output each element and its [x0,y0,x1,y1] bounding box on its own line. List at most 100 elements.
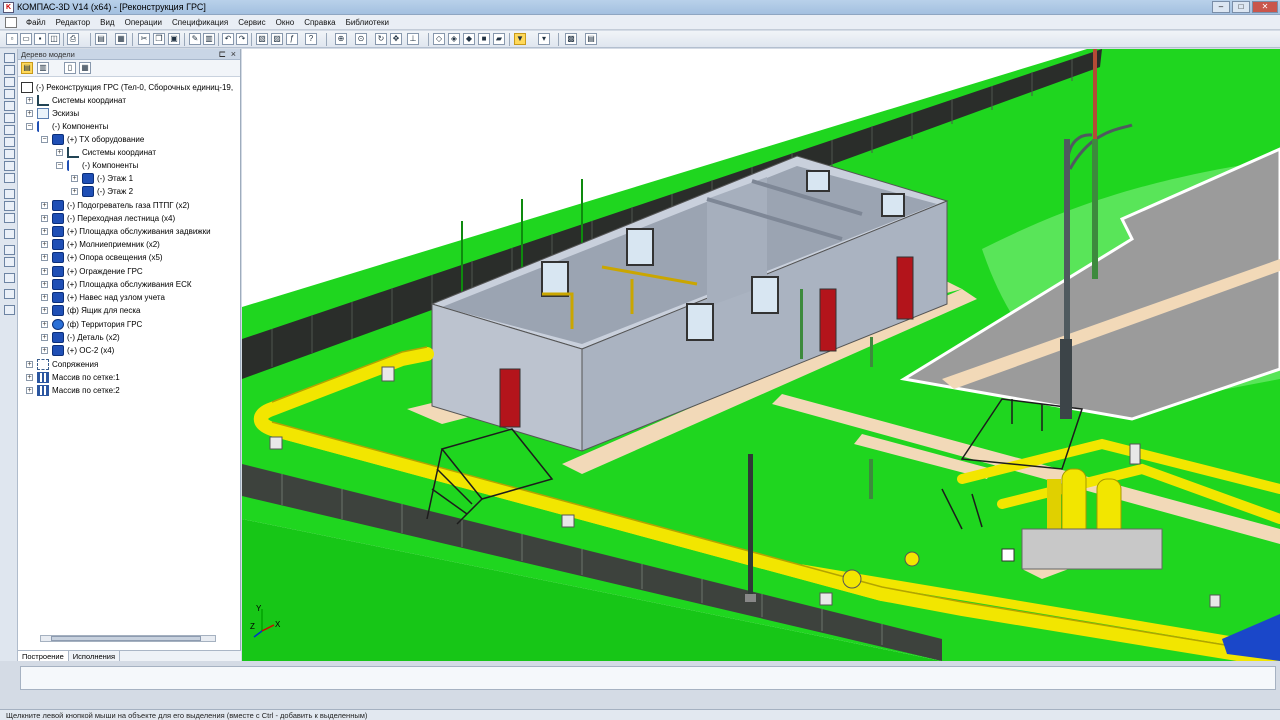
tool-surfaces-icon[interactable] [4,89,15,99]
minimize-button[interactable]: – [1212,1,1230,13]
menu-libraries[interactable]: Библиотеки [341,18,394,27]
format-painter-icon[interactable]: ✎ [189,33,201,45]
expand-icon[interactable]: + [41,334,48,341]
tree-item-root[interactable]: (-) Реконструкция ГРС (Тел-0, Сборочных … [21,81,233,94]
tool-aux-icon[interactable] [4,101,15,111]
tree-item-sketches[interactable]: + Эскизы [26,107,79,120]
properties-icon[interactable]: ▦ [115,33,127,45]
zoom-window-icon[interactable]: ⊕ [335,33,347,45]
tree-item-sand-box[interactable]: + (ф) Ящик для песка [41,304,140,317]
tree-item-coords-sub[interactable]: + Системы координат [56,146,156,159]
expand-icon[interactable]: + [41,281,48,288]
expand-icon[interactable]: + [41,228,48,235]
library-icon[interactable]: ▨ [271,33,283,45]
variables-icon[interactable]: ƒ [286,33,298,45]
tool-measure-icon[interactable] [4,113,15,123]
pan-icon[interactable]: ✥ [390,33,402,45]
rotate-icon[interactable]: ↻ [375,33,387,45]
tool-elements-icon[interactable] [4,173,15,183]
tree-structure-icon[interactable]: ▤ [21,62,33,74]
thin-hidden-icon[interactable]: ◆ [463,33,475,45]
tree-item-mates[interactable]: + Сопряжения [26,358,98,371]
tree-item-ladder[interactable]: + (-) Переходная лестница (x4) [41,212,175,225]
tool-reports-icon[interactable] [4,161,15,171]
expand-icon[interactable]: + [41,268,48,275]
menu-view[interactable]: Вид [95,18,119,27]
pin-icon[interactable]: ⊏ [218,49,226,60]
menu-operations[interactable]: Операции [120,18,167,27]
undo-icon[interactable]: ↶ [222,33,234,45]
tool-dims-icon[interactable] [4,201,15,211]
tree-item-territory[interactable]: + (ф) Территория ГРС [41,318,142,331]
tree-item-coords[interactable]: + Системы координат [26,94,126,107]
tree-item-canopy[interactable]: + (+) Навес над узлом учета [41,291,165,304]
expand-icon[interactable]: + [71,175,78,182]
tree-item-floor-1[interactable]: + (-) Этаж 1 [71,172,133,185]
wireframe-icon[interactable]: ◇ [433,33,445,45]
tree-view-icon[interactable]: ▧ [256,33,268,45]
tab-build[interactable]: Построение [18,651,69,661]
perspective-icon[interactable]: ▰ [493,33,505,45]
model-viewport[interactable]: Y X Z [242,49,1280,661]
tool-filter-icon[interactable] [4,125,15,135]
tool-pipeline-icon[interactable] [4,273,15,283]
open-file-icon[interactable]: ▭ [20,33,32,45]
expand-icon[interactable]: + [41,254,48,261]
tree-item-heater[interactable]: + (-) Подогреватель газа ПТПГ (x2) [41,199,190,212]
tree-item-lightning-rod[interactable]: + (+) Молниеприемник (x2) [41,238,160,251]
expand-icon[interactable]: + [41,307,48,314]
tab-versions[interactable]: Исполнения [69,651,121,661]
tree-item-array-1[interactable]: + Массив по сетке:1 [26,371,120,384]
tree-item-light-pole[interactable]: + (+) Опора освещения (x5) [41,251,163,264]
expand-icon[interactable]: + [26,374,33,381]
panel-close-icon[interactable]: × [231,49,236,59]
expand-icon[interactable]: + [41,241,48,248]
tool-sheet-icon[interactable] [4,257,15,267]
tree-sort-icon[interactable]: ▥ [37,62,49,74]
tree-item-fence[interactable]: + (+) Ограждение ГРС [41,265,143,278]
tree-horizontal-scrollbar[interactable] [40,635,216,642]
tree-item-tx-equipment[interactable]: − (+) ТХ оборудование [41,133,144,146]
menu-service[interactable]: Сервис [233,18,270,27]
copy-icon[interactable]: ❐ [153,33,165,45]
tool-library-icon[interactable] [4,305,15,315]
tool-macro-icon[interactable] [4,289,15,299]
help-pointer-icon[interactable]: ? [305,33,317,45]
hidden-lines-icon[interactable]: ◈ [448,33,460,45]
tool-mates-icon[interactable] [4,229,15,239]
close-button[interactable]: ✕ [1252,1,1278,13]
preview-icon[interactable]: ▤ [95,33,107,45]
maximize-button[interactable]: □ [1232,1,1250,13]
expand-icon[interactable]: + [26,387,33,394]
expand-icon[interactable]: + [41,321,48,328]
tool-selection-icon[interactable] [4,137,15,147]
collapse-icon[interactable]: − [41,136,48,143]
menu-edit[interactable]: Редактор [51,18,95,27]
expand-icon[interactable]: + [26,97,33,104]
tree-item-valve-platform[interactable]: + (+) Площадка обслуживания задвижки [41,225,211,238]
spec-icon[interactable]: ▤ [585,33,597,45]
tree-expand-icon[interactable]: ▦ [79,62,91,74]
tool-symbols-icon[interactable] [4,213,15,223]
expand-icon[interactable]: + [41,347,48,354]
tree-panel-icon[interactable]: ▯ [64,62,76,74]
cut-icon[interactable]: ✂ [138,33,150,45]
menu-window[interactable]: Окно [271,18,300,27]
expand-icon[interactable]: + [26,110,33,117]
manager-icon[interactable]: ▩ [565,33,577,45]
tool-edit-icon[interactable] [4,53,15,63]
halftone-icon[interactable]: ■ [478,33,490,45]
tree-item-components[interactable]: − (-) Компоненты [26,120,108,133]
menu-specification[interactable]: Спецификация [167,18,233,27]
redo-icon[interactable]: ↷ [236,33,248,45]
expand-icon[interactable]: + [56,149,63,156]
scroll-thumb[interactable] [51,636,201,641]
tree-item-components-sub[interactable]: − (-) Компоненты [56,159,138,172]
tree-item-os2[interactable]: + (+) ОС-2 (x4) [41,344,114,357]
orientation-icon[interactable]: ⊥ [407,33,419,45]
tool-array-icon[interactable] [4,77,15,87]
kompas-app-icon[interactable]: K [3,2,14,13]
select-filter-icon[interactable]: ▾ [538,33,550,45]
zoom-icon[interactable]: ⊙ [355,33,367,45]
tree-item-esk-platform[interactable]: + (+) Площадка обслуживания ЕСК [41,278,192,291]
